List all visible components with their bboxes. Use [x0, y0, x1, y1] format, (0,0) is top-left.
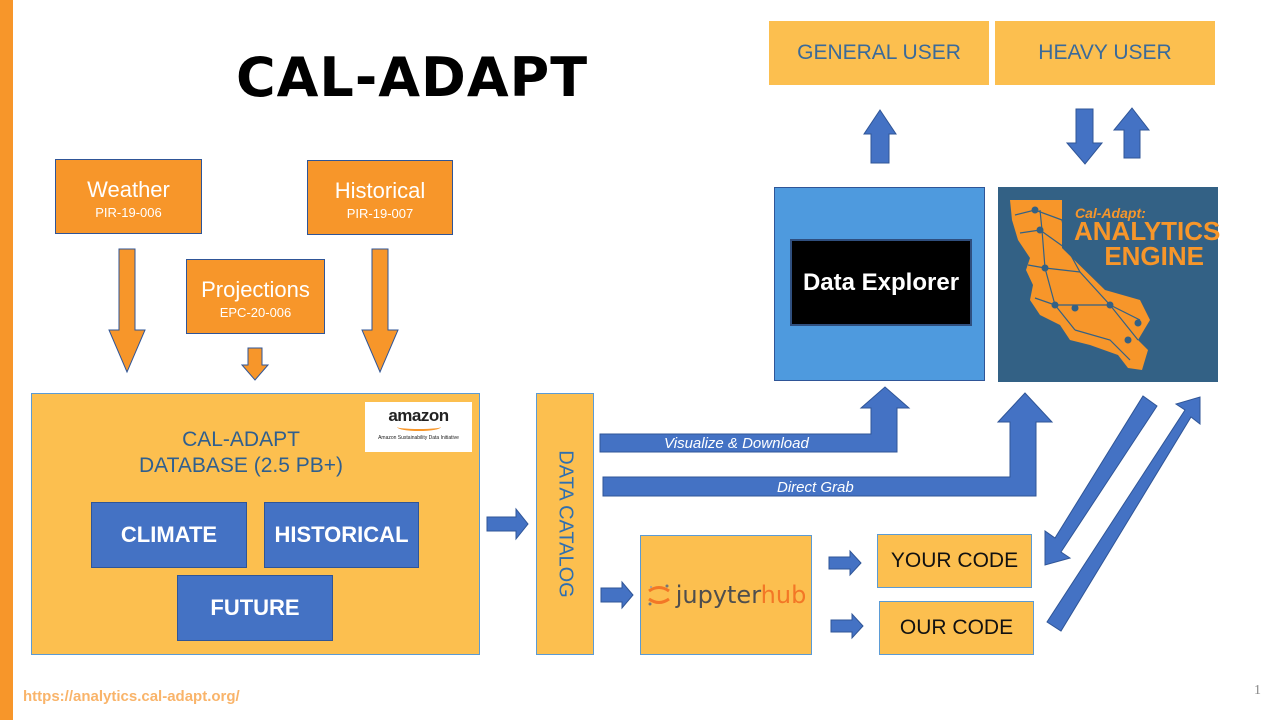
arrow-our-code-to-engine — [1046, 396, 1201, 632]
source-projections-name: Projections — [201, 277, 310, 302]
source-weather-name: Weather — [87, 177, 170, 202]
amazon-logo-subtitle: Amazon Sustainability Data Initiative — [378, 435, 459, 441]
engine-title: ANALYTICS ENGINE — [1074, 218, 1220, 271]
source-historical: Historical PIR-19-007 — [307, 160, 453, 235]
amazon-logo-word: amazon — [388, 406, 449, 425]
jupyter-logo-icon — [647, 584, 670, 606]
source-historical-name: Historical — [334, 178, 426, 203]
arrow-to-your-code — [828, 549, 862, 577]
database-title-line2: DATABASE (2.5 PB+) — [138, 454, 344, 477]
data-catalog-label: DATA CATALOG — [554, 450, 577, 598]
footer-url-link[interactable]: https://analytics.cal-adapt.org/ — [23, 688, 240, 705]
flow-label-direct-grab: Direct Grab — [777, 479, 854, 496]
source-projections-code: EPC-20-006 — [219, 305, 292, 320]
engine-title-line2: ENGINE — [1104, 241, 1204, 271]
source-projections: Projections EPC-20-006 — [186, 259, 325, 334]
source-weather: Weather PIR-19-006 — [55, 159, 202, 234]
arrow-heavy-user-down — [1065, 108, 1104, 165]
flow-label-visualize: Visualize & Download — [664, 435, 809, 452]
data-explorer-label: Data Explorer — [790, 239, 972, 326]
source-weather-code: PIR-19-006 — [95, 205, 162, 220]
arrow-explorer-to-general-user — [863, 109, 897, 164]
category-future: FUTURE — [177, 575, 333, 641]
jupyterhub-box: jupyterhub — [640, 535, 812, 655]
arrow-db-to-catalog — [486, 507, 529, 541]
jupyterhub-label: jupyterhub — [676, 581, 807, 609]
arrow-to-our-code — [830, 612, 864, 640]
source-historical-code: PIR-19-007 — [346, 206, 414, 221]
amazon-logo: amazon Amazon Sustainability Data Initia… — [365, 402, 472, 452]
arrow-heavy-user-up — [1112, 107, 1151, 159]
our-code-box: OUR CODE — [879, 601, 1034, 655]
arrow-historical-down — [361, 248, 399, 374]
heavy-user-box: HEAVY USER — [995, 21, 1215, 85]
page-number: 1 — [1254, 683, 1261, 698]
page-title: CAL-ADAPT — [236, 46, 589, 109]
arrow-engine-to-your-code — [1044, 395, 1158, 566]
arrow-catalog-to-jupyter — [600, 580, 634, 610]
category-climate: CLIMATE — [91, 502, 247, 568]
category-historical: HISTORICAL — [264, 502, 419, 568]
left-accent-bar — [0, 0, 13, 720]
jupyterhub-label-jupyter: jupyter — [675, 581, 761, 609]
your-code-box: YOUR CODE — [877, 534, 1032, 588]
arrow-projections-down — [240, 347, 270, 381]
general-user-box: GENERAL USER — [769, 21, 989, 85]
arrow-weather-down — [108, 248, 146, 374]
jupyterhub-label-hub: hub — [760, 581, 807, 609]
